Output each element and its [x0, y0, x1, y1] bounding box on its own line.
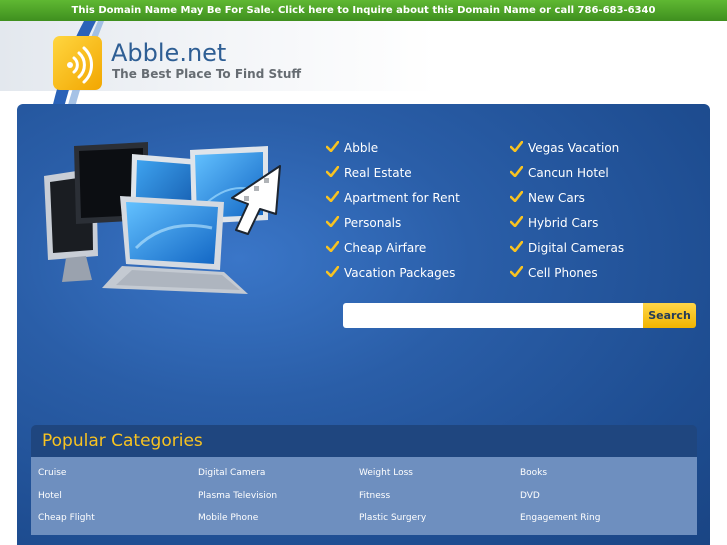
- link-cancun-hotel[interactable]: Cancun Hotel: [510, 163, 690, 188]
- category-link-fitness[interactable]: Fitness: [359, 485, 509, 508]
- site-title[interactable]: Abble.net: [111, 38, 226, 68]
- checkmark-icon: [510, 166, 523, 177]
- link-label: Vacation Packages: [344, 266, 456, 280]
- links-column-right: Vegas Vacation Cancun Hotel New Cars Hyb…: [510, 138, 690, 288]
- search-button[interactable]: Search: [643, 303, 696, 328]
- category-link-cheap-flight[interactable]: Cheap Flight: [38, 507, 188, 530]
- link-vacation-packages[interactable]: Vacation Packages: [326, 263, 506, 288]
- wireless-signal-icon: [53, 36, 102, 90]
- link-label: Vegas Vacation: [528, 141, 620, 155]
- link-digital-cameras[interactable]: Digital Cameras: [510, 238, 690, 263]
- checkmark-icon: [510, 241, 523, 252]
- computers-illustration: [44, 142, 281, 294]
- category-column-3: Weight Loss Fitness Plastic Surgery: [359, 462, 509, 530]
- link-personals[interactable]: Personals: [326, 213, 506, 238]
- link-label: Personals: [344, 216, 402, 230]
- category-link-dvd[interactable]: DVD: [520, 485, 670, 508]
- category-link-plastic-surgery[interactable]: Plastic Surgery: [359, 507, 509, 530]
- domain-sale-banner[interactable]: This Domain Name May Be For Sale. Click …: [0, 0, 727, 21]
- links-column-left: Abble Real Estate Apartment for Rent Per…: [326, 138, 506, 288]
- checkmark-icon: [510, 141, 523, 152]
- checkmark-icon: [510, 216, 523, 227]
- checkmark-icon: [326, 166, 339, 177]
- checkmark-icon: [326, 266, 339, 277]
- checkmark-icon: [326, 141, 339, 152]
- link-real-estate[interactable]: Real Estate: [326, 163, 506, 188]
- category-link-weight-loss[interactable]: Weight Loss: [359, 462, 509, 485]
- checkmark-icon: [510, 191, 523, 202]
- checkmark-icon: [510, 266, 523, 277]
- category-link-engagement-ring[interactable]: Engagement Ring: [520, 507, 670, 530]
- link-label: New Cars: [528, 191, 585, 205]
- category-column-2: Digital Camera Plasma Television Mobile …: [198, 462, 348, 530]
- site-tagline: The Best Place To Find Stuff: [112, 67, 302, 81]
- category-link-mobile-phone[interactable]: Mobile Phone: [198, 507, 348, 530]
- link-label: Abble: [344, 141, 379, 155]
- link-label: Cancun Hotel: [528, 166, 609, 180]
- link-label: Cheap Airfare: [344, 241, 427, 255]
- category-link-cruise[interactable]: Cruise: [38, 462, 188, 485]
- link-label: Cell Phones: [528, 266, 598, 280]
- header-background: [0, 21, 727, 91]
- category-column-1: Cruise Hotel Cheap Flight: [38, 462, 188, 530]
- link-new-cars[interactable]: New Cars: [510, 188, 690, 213]
- category-column-4: Books DVD Engagement Ring: [520, 462, 670, 530]
- link-label: Real Estate: [344, 166, 412, 180]
- category-link-digital-camera[interactable]: Digital Camera: [198, 462, 348, 485]
- link-apartment-for-rent[interactable]: Apartment for Rent: [326, 188, 506, 213]
- popular-categories-header: Popular Categories: [31, 425, 697, 457]
- link-cheap-airfare[interactable]: Cheap Airfare: [326, 238, 506, 263]
- popular-categories-title: Popular Categories: [42, 431, 203, 451]
- link-hybrid-cars[interactable]: Hybrid Cars: [510, 213, 690, 238]
- category-link-hotel[interactable]: Hotel: [38, 485, 188, 508]
- checkmark-icon: [326, 191, 339, 202]
- link-label: Apartment for Rent: [344, 191, 460, 205]
- link-label: Hybrid Cars: [528, 216, 599, 230]
- checkmark-icon: [326, 216, 339, 227]
- category-link-books[interactable]: Books: [520, 462, 670, 485]
- search-input[interactable]: [343, 303, 644, 328]
- link-vegas-vacation[interactable]: Vegas Vacation: [510, 138, 690, 163]
- link-abble[interactable]: Abble: [326, 138, 506, 163]
- category-link-plasma-television[interactable]: Plasma Television: [198, 485, 348, 508]
- checkmark-icon: [326, 241, 339, 252]
- link-cell-phones[interactable]: Cell Phones: [510, 263, 690, 288]
- link-label: Digital Cameras: [528, 241, 625, 255]
